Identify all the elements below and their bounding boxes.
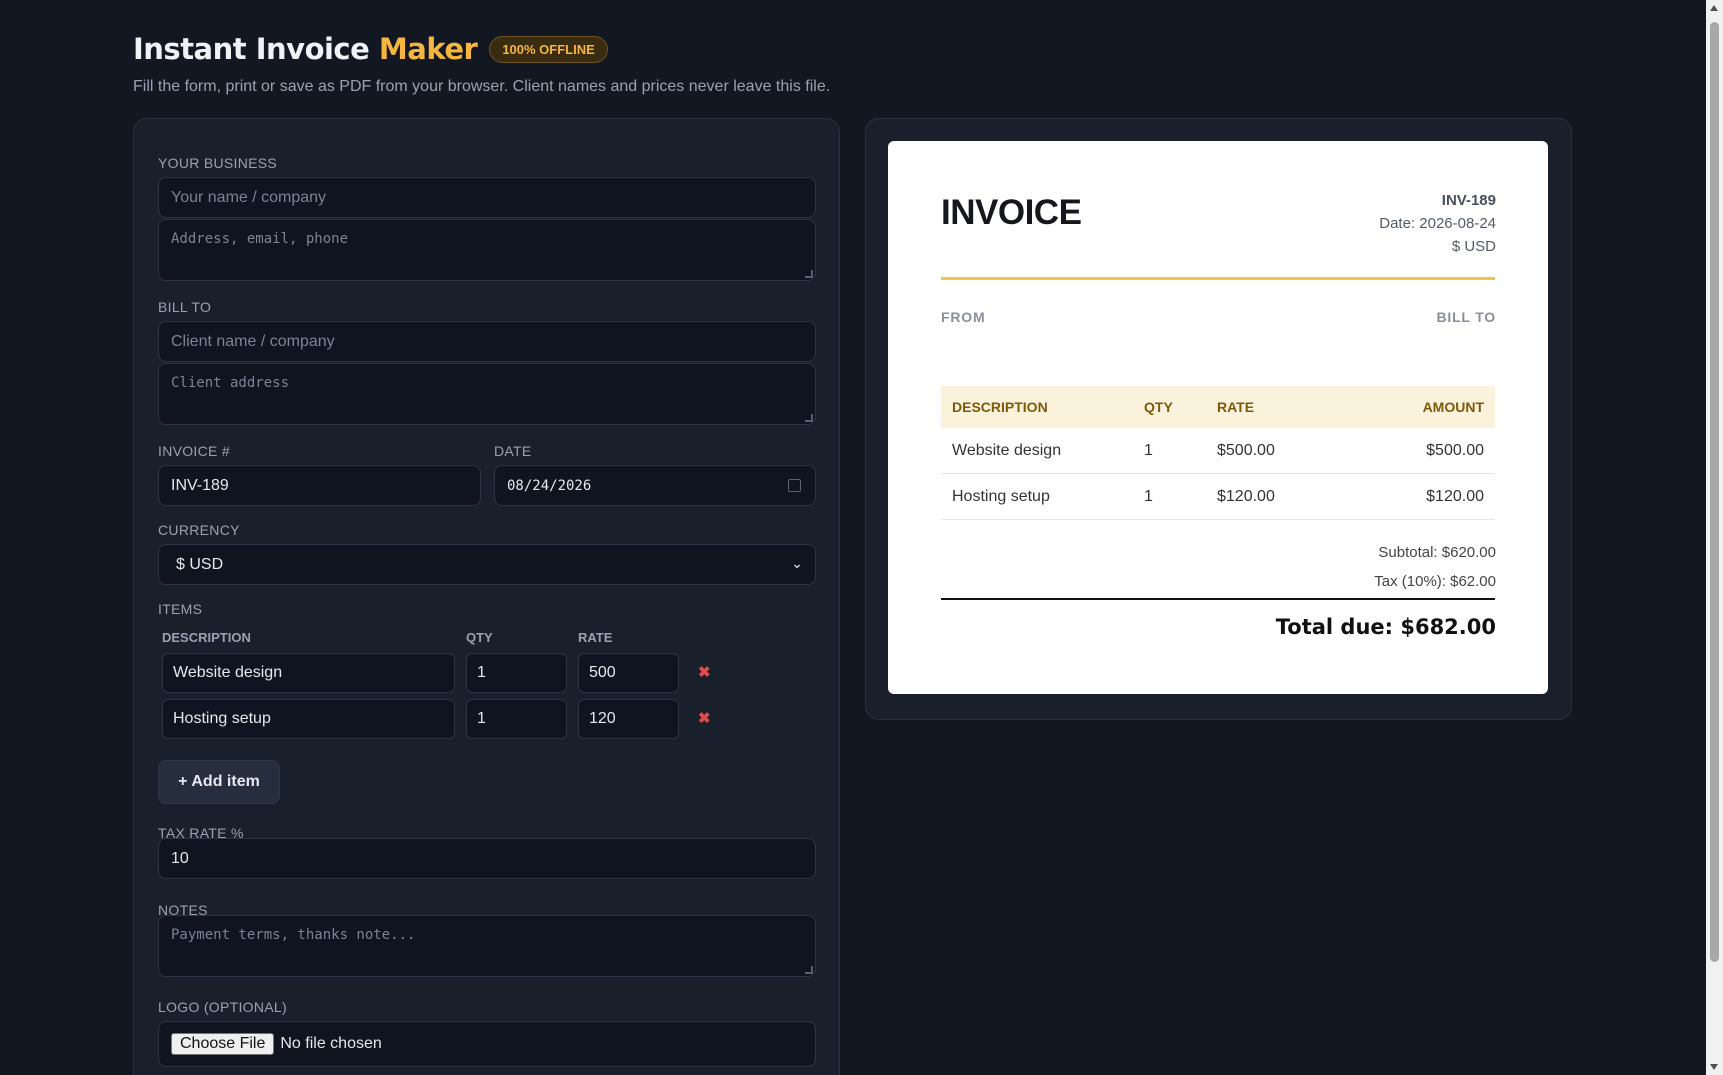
item-rate-input[interactable]: 500: [578, 653, 679, 693]
row-amount: $120.00: [1426, 488, 1484, 505]
table-row: Website design 1 $500.00 $500.00: [941, 428, 1495, 474]
subtotal: Subtotal: $620.00: [1378, 544, 1496, 561]
invoice-preview-panel: INVOICE INV-189 Date: 2026-08-24 $ USD F…: [865, 118, 1572, 720]
client-address-input[interactable]: Client address: [158, 363, 816, 425]
remove-item-icon[interactable]: ✖: [698, 709, 711, 727]
add-item-button[interactable]: + Add item: [158, 760, 280, 804]
app-subtitle: Fill the form, print or save as PDF from…: [133, 78, 831, 95]
item-qty-input[interactable]: 1: [466, 699, 567, 739]
currency-select[interactable]: $ USD ⌄: [158, 544, 816, 585]
row-qty: 1: [1144, 488, 1153, 505]
total-due: Total due: $682.00: [1275, 615, 1496, 639]
business-name-input[interactable]: Your name / company: [158, 177, 816, 218]
notes-placeholder: Payment terms, thanks note...: [171, 927, 416, 943]
bill-to-heading: BILL TO: [1436, 309, 1496, 325]
business-label: YOUR BUSINESS: [158, 155, 278, 171]
business-address-input[interactable]: Address, email, phone: [158, 219, 816, 281]
row-description: Website design: [952, 442, 1062, 459]
items-col-rate: RATE: [578, 630, 613, 645]
invoice-number-label: INVOICE #: [158, 443, 230, 459]
scroll-up-arrow-icon[interactable]: [1710, 5, 1718, 11]
item-qty-input[interactable]: 1: [466, 653, 567, 693]
remove-item-icon[interactable]: ✖: [698, 663, 711, 681]
date-label: DATE: [494, 443, 532, 459]
item-rate-input[interactable]: 120: [578, 699, 679, 739]
gold-divider: [941, 277, 1495, 280]
logo-file-input[interactable]: Choose File No file chosen: [158, 1021, 816, 1067]
invoice-date: Date: 2026-08-24: [1379, 215, 1496, 232]
currency-label: CURRENCY: [158, 522, 240, 538]
calendar-icon[interactable]: [788, 479, 801, 492]
items-col-description: DESCRIPTION: [162, 630, 251, 645]
row-qty: 1: [1144, 442, 1153, 459]
invoice-number-input[interactable]: INV-189: [158, 465, 481, 506]
from-label: FROM: [941, 309, 986, 325]
items-label: ITEMS: [158, 601, 203, 617]
tax-rate-input[interactable]: 10: [158, 838, 816, 879]
item-description-input[interactable]: Hosting setup: [162, 699, 455, 739]
choose-file-button[interactable]: Choose File: [171, 1033, 275, 1055]
th-qty: QTY: [1144, 399, 1173, 415]
row-rate: $120.00: [1217, 488, 1275, 505]
app-title-accent: Maker: [378, 32, 478, 66]
client-address-placeholder: Client address: [171, 375, 290, 391]
items-table-header: DESCRIPTION QTY RATE AMOUNT: [941, 386, 1495, 428]
scrollbar-thumb[interactable]: [1710, 22, 1719, 962]
offline-badge: 100% OFFLINE: [489, 35, 608, 63]
file-status: No file chosen: [280, 1035, 382, 1052]
table-row: Hosting setup 1 $120.00 $120.00: [941, 474, 1495, 520]
resize-handle-icon[interactable]: [805, 966, 813, 974]
resize-handle-icon[interactable]: [805, 270, 813, 278]
invoice-title: INVOICE: [941, 193, 1082, 232]
items-col-qty: QTY: [466, 630, 493, 645]
scroll-down-arrow-icon[interactable]: [1710, 1064, 1718, 1070]
th-description: DESCRIPTION: [952, 399, 1048, 415]
invoice-form-panel: YOUR BUSINESS Your name / company Addres…: [133, 118, 840, 1075]
notes-input[interactable]: Payment terms, thanks note...: [158, 915, 816, 977]
invoice-meta: INV-189 Date: 2026-08-24 $ USD: [1379, 189, 1496, 258]
th-amount: AMOUNT: [1422, 399, 1484, 415]
client-name-input[interactable]: Client name / company: [158, 321, 816, 362]
row-rate: $500.00: [1217, 442, 1275, 459]
invoice-number: INV-189: [1441, 192, 1496, 209]
page-header: Instant Invoice Maker 100% OFFLINE Fill …: [133, 32, 830, 96]
date-input[interactable]: 08/24/2026: [494, 465, 816, 506]
row-amount: $500.00: [1426, 442, 1484, 459]
page-scrollbar[interactable]: [1706, 0, 1723, 1075]
invoice-paper: INVOICE INV-189 Date: 2026-08-24 $ USD F…: [888, 141, 1548, 694]
th-rate: RATE: [1217, 399, 1255, 415]
invoice-currency: $ USD: [1451, 238, 1496, 255]
total-divider: [941, 598, 1495, 600]
logo-label: LOGO (OPTIONAL): [158, 999, 287, 1015]
tax-total: Tax (10%): $62.00: [1374, 573, 1496, 590]
row-description: Hosting setup: [952, 488, 1050, 505]
item-description-input[interactable]: Website design: [162, 653, 455, 693]
currency-value: $ USD: [176, 555, 224, 573]
app-title: Instant Invoice Maker: [133, 32, 478, 66]
bill-to-label: BILL TO: [158, 299, 212, 315]
app-title-main: Instant Invoice: [133, 32, 370, 66]
business-address-placeholder: Address, email, phone: [171, 231, 349, 247]
date-value: 08/24/2026: [507, 477, 592, 494]
chevron-down-icon: ⌄: [791, 555, 803, 571]
resize-handle-icon[interactable]: [805, 414, 813, 422]
